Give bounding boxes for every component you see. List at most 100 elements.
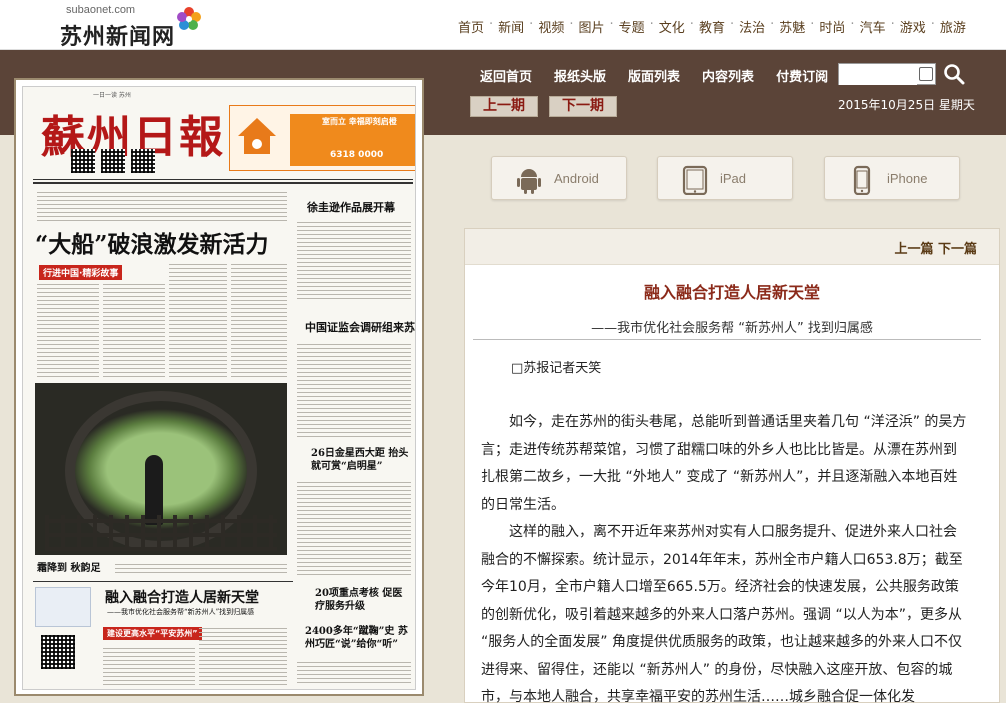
divider xyxy=(473,339,981,340)
logo-domain: subaonet.com xyxy=(66,4,136,16)
ipad-app-button[interactable]: iPad xyxy=(657,156,793,200)
site-logo[interactable]: subaonet.com 苏州新闻网 xyxy=(30,2,201,50)
nav-separator: · xyxy=(489,17,494,32)
site-header: subaonet.com 苏州新闻网 首页 · 新闻 · 视频 · 图片 · 专题 · 文化 · 教育 ·… xyxy=(0,0,1006,50)
prev-article-link[interactable]: 上一篇 xyxy=(894,242,933,257)
rule-line xyxy=(33,182,413,184)
nav-separator: · xyxy=(529,17,534,32)
article-text-block xyxy=(103,645,195,685)
top-nav-item[interactable]: 汽车 xyxy=(860,17,886,36)
android-icon xyxy=(517,169,541,194)
article-text-block xyxy=(115,561,287,573)
article-text-block xyxy=(169,263,227,377)
rule-line xyxy=(33,581,293,582)
article-title: 融入融合打造人居新天堂 xyxy=(643,283,820,302)
next-article-link[interactable]: 下一篇 xyxy=(938,242,977,257)
nav-separator: · xyxy=(609,17,614,32)
article-text-block xyxy=(103,283,165,377)
android-app-button[interactable]: Android xyxy=(491,156,627,200)
article-panel: 上一篇 下一篇 融入融合打造人居新天堂 ——我市优化社会服务帮 “新苏州人” 找… xyxy=(464,228,1000,703)
ipad-icon xyxy=(682,165,708,195)
toolbar-nav-item[interactable]: 报纸头版 xyxy=(554,66,606,85)
issue-date: 2015年10月25日 星期天 xyxy=(838,98,975,112)
paper-headline: 2400多年“蹴鞠”史 苏州巧匠“说”给你“听” xyxy=(305,626,408,650)
house-logo-icon xyxy=(238,118,276,154)
article-text-block xyxy=(231,263,287,377)
nav-separator: · xyxy=(890,17,895,32)
top-nav-item[interactable]: 法治 xyxy=(739,17,765,36)
nav-separator: · xyxy=(850,17,855,32)
article-paragraph: 如今，走在苏州的街头巷尾，总能听到普通话里夹着几句 “洋泾浜” 的吴方言；走进传… xyxy=(481,414,967,513)
article-body: 如今，走在苏州的街头巷尾，总能听到普通话里夹着几句 “洋泾浜” 的吴方言；走进传… xyxy=(481,409,969,703)
paper-headline: 中国证监会调研组来苏 xyxy=(305,321,415,334)
paper-subheadline: ——我市优化社会服务帮“新苏州人”找到归属感 xyxy=(107,608,255,616)
sidebar-ad[interactable] xyxy=(35,587,91,627)
masthead-slogan: 一日一读 苏州 xyxy=(93,92,131,99)
app-label: Android xyxy=(554,171,599,186)
article-text-block xyxy=(199,627,287,685)
article-text-block xyxy=(37,283,99,377)
next-issue-button[interactable]: 下一期 xyxy=(549,96,617,117)
article-pager: 上一篇 下一篇 xyxy=(894,238,977,257)
top-nav-item[interactable]: 文化 xyxy=(659,17,685,36)
search-box xyxy=(838,63,936,85)
ad-phone: 6318 0000 xyxy=(330,150,384,160)
top-nav-item[interactable]: 视频 xyxy=(538,17,564,36)
top-nav-item[interactable]: 新闻 xyxy=(498,17,524,36)
article-subtitle: ——我市优化社会服务帮 “新苏州人” 找到归属感 xyxy=(591,321,873,336)
newspaper-canvas: 一日一读 苏州 蘇州日報 3 室而立 幸福即刻启橙 6318 0000 “大船”… xyxy=(22,86,416,690)
nav-separator: · xyxy=(649,17,654,32)
top-nav-item[interactable]: 游戏 xyxy=(900,17,926,36)
search-input[interactable] xyxy=(839,65,917,85)
window-lattice xyxy=(45,515,277,551)
article-topbar: 上一篇 下一篇 xyxy=(465,229,999,265)
prev-issue-button[interactable]: 上一期 xyxy=(470,96,538,117)
toolbar-nav-item[interactable]: 版面列表 xyxy=(628,66,680,85)
article-text-block xyxy=(297,479,411,575)
garden-photo[interactable] xyxy=(35,383,287,555)
article-text-block xyxy=(297,341,411,437)
article-text-block xyxy=(297,219,411,299)
paper-headline: 融入融合打造人居新天堂 xyxy=(105,590,259,606)
column-tag: 行进中国·精彩故事 xyxy=(39,265,123,280)
app-label: iPhone xyxy=(887,171,928,186)
qr-code-icon xyxy=(131,149,155,173)
photo-caption: 霜降到 秋韵足 xyxy=(37,563,101,574)
iphone-app-button[interactable]: iPhone xyxy=(824,156,960,200)
logo-title: 苏州新闻网 xyxy=(60,24,176,50)
column-tag: 建设更高水平“平安苏州” xyxy=(103,627,202,640)
top-nav-item[interactable]: 苏魅 xyxy=(779,17,805,36)
nav-separator: · xyxy=(569,17,574,32)
nav-separator: · xyxy=(729,17,735,32)
top-nav-item[interactable]: 教育 xyxy=(699,17,725,36)
ad-number: 3 xyxy=(292,110,313,145)
ad-text: 室而立 幸福即刻启橙 xyxy=(322,117,397,126)
toolbar-nav-item[interactable]: 返回首页 xyxy=(480,66,532,85)
newspaper-page[interactable]: 一日一读 苏州 蘇州日報 3 室而立 幸福即刻启橙 6318 0000 “大船”… xyxy=(14,78,424,696)
top-nav: 首页 · 新闻 · 视频 · 图片 · 专题 · 文化 · 教育 · 法治 · 苏魅 · 时尚 · 汽车 · 游戏 · 旅游 xyxy=(458,17,966,36)
paper-headline: 26日金星西大距 抬头就可赏“启明星” xyxy=(311,448,409,472)
article-text-block xyxy=(37,191,287,221)
keyboard-icon[interactable] xyxy=(919,67,933,81)
iphone-icon xyxy=(853,165,871,195)
paper-headline: “大船”破浪激发新活力 xyxy=(35,231,269,258)
nav-separator: · xyxy=(770,17,775,32)
flower-icon xyxy=(177,7,201,30)
nav-separator: · xyxy=(930,17,935,32)
qr-code-icon xyxy=(101,149,125,173)
paper-headline: 徐圭逊作品展开幕 xyxy=(307,201,395,214)
top-nav-item[interactable]: 旅游 xyxy=(940,17,966,36)
search-icon[interactable] xyxy=(943,63,965,85)
article-text-block xyxy=(297,659,411,683)
toolbar-nav-item[interactable]: 内容列表 xyxy=(702,66,754,85)
app-label: iPad xyxy=(720,171,747,186)
masthead-ad[interactable]: 3 室而立 幸福即刻启橙 6318 0000 xyxy=(229,105,415,171)
toolbar-nav-item[interactable]: 付费订阅 xyxy=(776,66,828,85)
top-nav-item[interactable]: 专题 xyxy=(619,17,645,36)
top-nav-item[interactable]: 首页 xyxy=(458,17,484,36)
rule-line xyxy=(33,179,413,180)
qr-code-icon xyxy=(71,149,95,173)
article-byline: □苏报记者天笑 xyxy=(511,361,602,376)
top-nav-item[interactable]: 时尚 xyxy=(819,17,845,36)
top-nav-item[interactable]: 图片 xyxy=(578,17,604,36)
